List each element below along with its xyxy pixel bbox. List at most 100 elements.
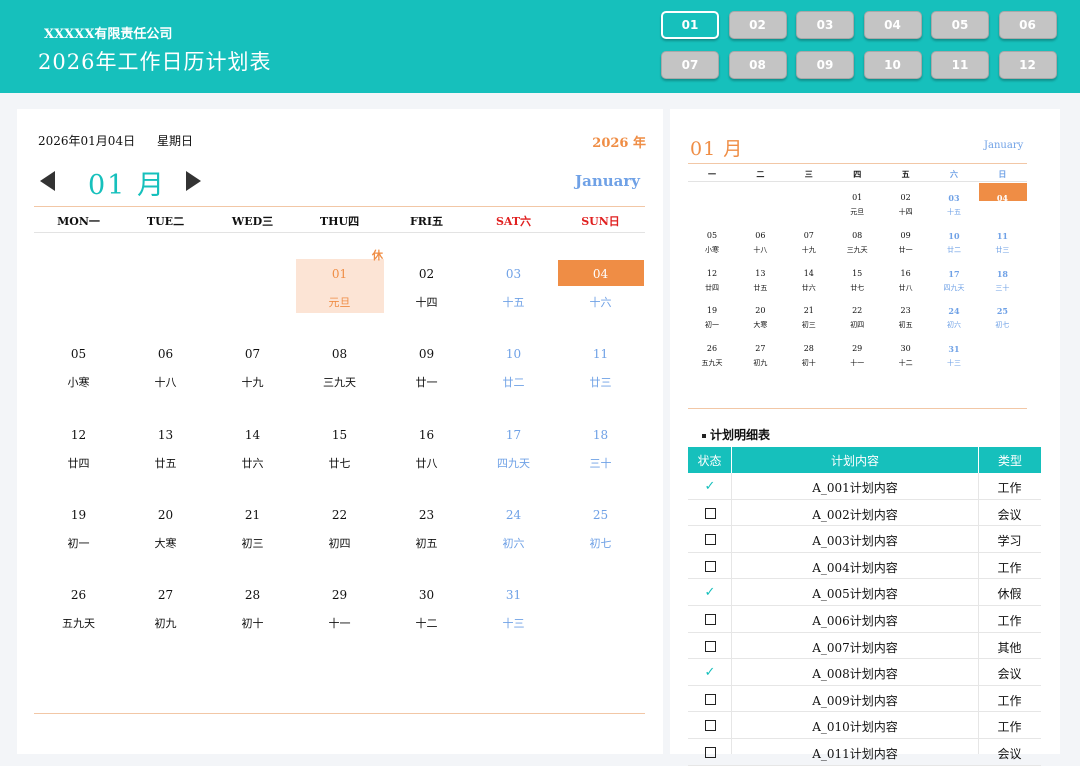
mini-day-number: 22 <box>852 306 863 316</box>
mini-lunar-label: 廿七 <box>850 283 865 292</box>
checkbox-icon[interactable] <box>704 747 716 758</box>
mini-weekday-label: 二 <box>756 169 765 179</box>
mini-lunar-label: 初三 <box>801 321 816 330</box>
big-month-label: 01 月 <box>88 170 166 201</box>
status-cell[interactable] <box>688 745 732 759</box>
divider <box>688 181 1027 182</box>
lunar-label: 廿五 <box>154 456 177 470</box>
day-number: 25 <box>592 507 609 522</box>
prev-month-icon[interactable] <box>40 171 55 191</box>
status-cell[interactable]: ✓ <box>688 479 732 494</box>
mini-lunar-label: 廿二 <box>947 245 961 254</box>
status-cell[interactable] <box>688 718 732 732</box>
rest-badge: 休 <box>372 249 383 262</box>
mini-day-number: 29 <box>852 344 863 354</box>
status-cell[interactable] <box>688 692 732 706</box>
checkbox-icon[interactable] <box>704 534 716 546</box>
check-icon[interactable]: ✓ <box>705 665 716 680</box>
check-icon[interactable]: ✓ <box>705 479 716 494</box>
lunar-label: 廿二 <box>502 376 525 390</box>
checkbox-icon[interactable] <box>704 640 716 652</box>
plan-content: A_010计划内容 <box>812 720 898 735</box>
mini-day-number: 28 <box>803 344 814 354</box>
next-month-icon[interactable] <box>186 171 201 191</box>
checkbox-icon[interactable] <box>704 507 716 519</box>
mini-day-number: 05 <box>706 230 718 240</box>
month-button-11[interactable]: 11 <box>931 51 989 79</box>
month-button-02[interactable]: 02 <box>728 11 787 39</box>
lunar-label: 十六 <box>589 296 612 309</box>
weekday-label: SUN日 <box>581 215 620 228</box>
lunar-label: 三九天 <box>323 376 356 390</box>
mini-day-number: 12 <box>706 268 718 278</box>
table-row: A_002计划内容 会议 <box>688 500 1041 527</box>
month-button-05[interactable]: 05 <box>931 11 989 39</box>
table-row: A_004计划内容 工作 <box>688 553 1041 580</box>
month-button-06[interactable]: 06 <box>998 11 1057 39</box>
table-row: A_010计划内容 工作 <box>688 712 1041 739</box>
status-cell[interactable] <box>688 506 732 520</box>
status-cell[interactable] <box>688 612 732 626</box>
status-cell[interactable] <box>688 639 732 653</box>
lunar-label: 十四 <box>415 296 438 309</box>
plan-type: 工作 <box>997 720 1022 735</box>
lunar-label: 十九 <box>241 376 264 390</box>
status-cell[interactable]: ✓ <box>688 585 732 600</box>
mini-lunar-label: 大寒 <box>753 321 768 330</box>
mini-lunar-label: 初四 <box>850 321 865 330</box>
checkbox-icon[interactable] <box>704 720 716 732</box>
month-button-09[interactable]: 09 <box>796 51 854 79</box>
day-number: 26 <box>70 588 87 603</box>
checkbox-icon[interactable] <box>704 614 716 625</box>
lunar-label: 大寒 <box>154 536 177 550</box>
checkbox-icon[interactable] <box>704 693 716 705</box>
day-number: 02 <box>418 267 435 281</box>
lunar-label: 初六 <box>502 536 525 550</box>
mini-day-number: 04 <box>996 193 1008 203</box>
day-number: 13 <box>157 427 174 442</box>
month-button-03[interactable]: 03 <box>796 11 854 39</box>
status-cell[interactable] <box>688 532 732 546</box>
weekday-label: THU四 <box>319 215 360 228</box>
check-icon[interactable]: ✓ <box>705 585 716 600</box>
month-button-07[interactable]: 07 <box>661 51 719 79</box>
mini-lunar-label: 四九天 <box>943 283 965 292</box>
plan-type: 学习 <box>997 534 1022 549</box>
day-number: 23 <box>418 507 435 522</box>
mini-weekday-label: 四 <box>853 169 862 179</box>
month-button-04[interactable]: 04 <box>863 11 922 39</box>
day-number: 09 <box>418 347 435 362</box>
mini-lunar-label: 初九 <box>753 359 768 368</box>
lunar-label: 初四 <box>328 536 351 550</box>
plan-type: 工作 <box>997 560 1022 575</box>
mini-day-number: 10 <box>948 230 960 241</box>
day-number: 31 <box>505 588 522 603</box>
day-number: 07 <box>244 347 261 362</box>
plan-content: A_002计划内容 <box>812 507 898 522</box>
divider <box>34 713 645 714</box>
plan-type: 休假 <box>997 587 1022 602</box>
mini-lunar-label: 十六 <box>995 208 1010 216</box>
mini-weekday-label: 三 <box>804 169 813 179</box>
month-button-10[interactable]: 10 <box>863 51 922 79</box>
current-weekday: 星期日 <box>157 134 194 148</box>
month-button-12[interactable]: 12 <box>998 51 1057 79</box>
mini-day-number: 20 <box>755 306 766 316</box>
mini-lunar-label: 初七 <box>995 321 1010 330</box>
page-title: 2026年工作日历计划表 <box>38 50 272 74</box>
month-button-08[interactable]: 08 <box>728 51 787 79</box>
mini-lunar-label: 元旦 <box>850 208 865 216</box>
mini-day-number: 11 <box>996 230 1008 241</box>
plan-content: A_003计划内容 <box>812 534 898 549</box>
mini-lunar-label: 初五 <box>898 321 913 330</box>
month-button-01[interactable]: 01 <box>661 11 719 39</box>
status-cell[interactable] <box>688 559 732 573</box>
checkbox-icon[interactable] <box>704 560 716 572</box>
day-number: 22 <box>331 507 348 522</box>
mini-lunar-label: 十一 <box>850 359 865 368</box>
weekday-label: MON一 <box>57 215 100 228</box>
table-row: A_007计划内容 其他 <box>688 633 1041 660</box>
mini-weekday-label: 五 <box>901 169 910 179</box>
plan-type: 其他 <box>997 640 1022 655</box>
status-cell[interactable]: ✓ <box>688 665 732 680</box>
